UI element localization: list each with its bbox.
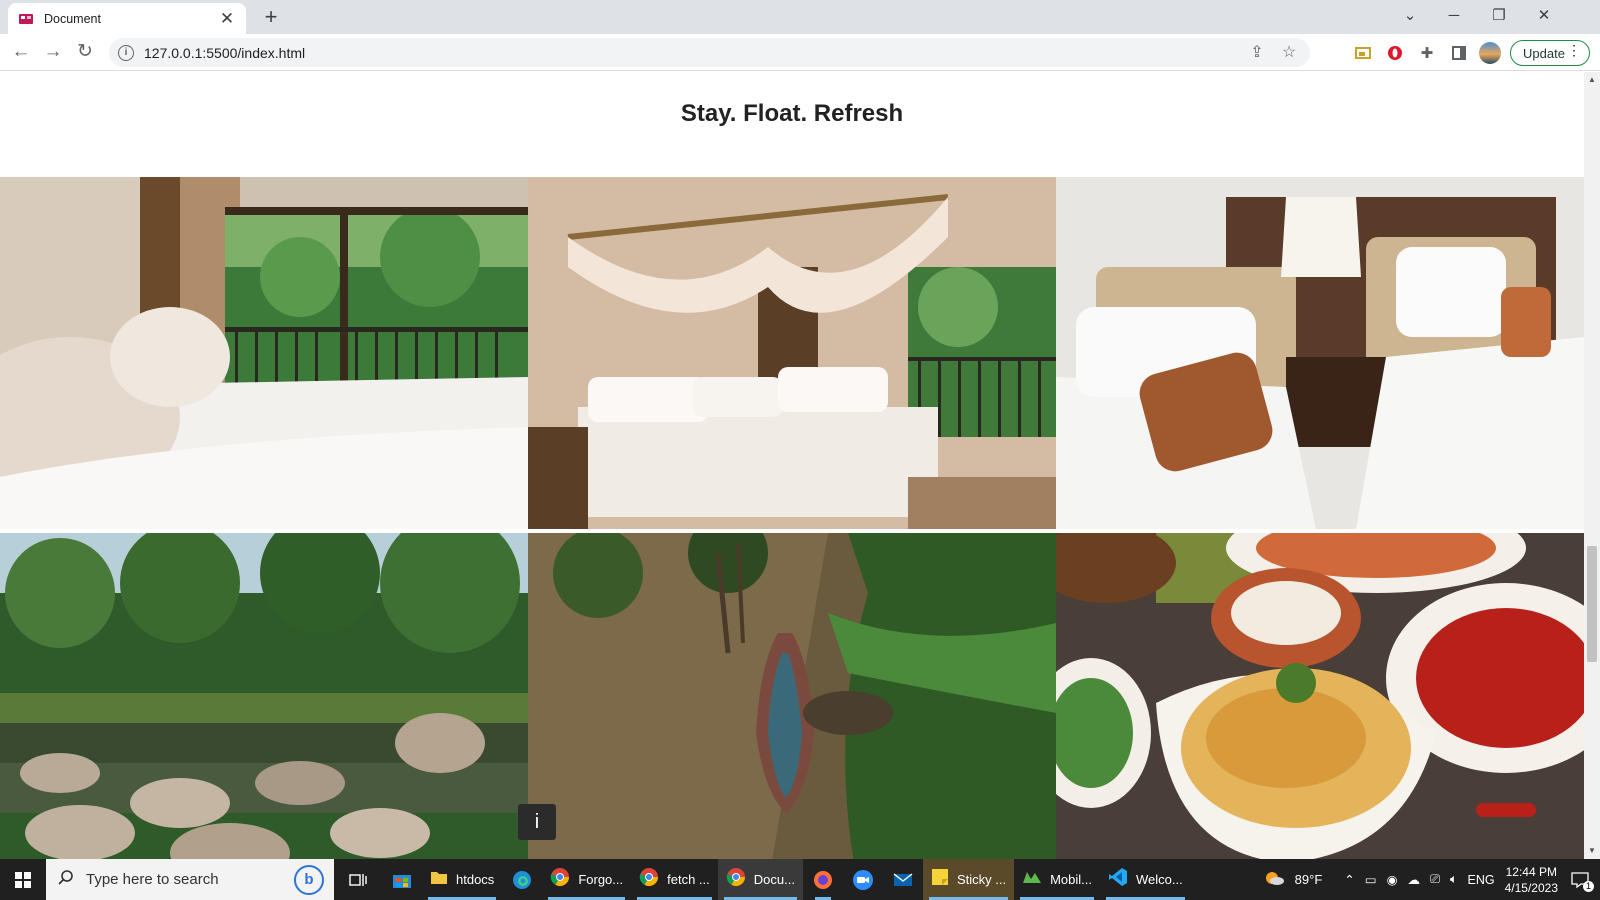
update-label: Update [1523,45,1565,61]
new-tab-button[interactable]: + [259,5,283,29]
minimize-button[interactable]: ─ [1432,2,1476,30]
gallery-photo-canopy-bed [528,177,1056,529]
windows-taskbar: Type here to search b htdocs Forgo... fe… [0,859,1600,900]
page-viewport: Stay. Float. Refresh [0,72,1584,859]
gallery-photo-bedroom-jungle [0,177,528,529]
bing-icon[interactable]: b [294,864,324,895]
cast-extension-icon[interactable] [1352,42,1374,64]
windows-logo-icon [15,871,31,888]
close-window-button[interactable]: ✕ [1522,2,1566,30]
firefox-icon[interactable] [803,859,843,900]
update-button[interactable]: Update ⋮ [1510,40,1590,66]
bookmark-star-icon[interactable]: ☆ [1278,42,1300,64]
search-icon [58,869,74,890]
taskbar-clock[interactable]: 12:44 PM 4/15/2023 [1505,864,1558,896]
chrome-icon [550,867,570,892]
sticky-notes-icon [931,868,949,891]
scroll-thumb[interactable] [1587,546,1597,662]
meet-now-icon[interactable]: ◉ [1387,872,1398,887]
network-icon[interactable]: ⎚ [1430,872,1440,887]
site-info-icon[interactable]: i [118,44,134,61]
weather-icon[interactable] [1263,869,1285,890]
taskbar-app-htdocs[interactable]: htdocs [422,859,502,900]
folder-icon [430,869,448,890]
tab-search-icon[interactable]: ⌄ [1388,2,1432,30]
edge-icon[interactable] [502,859,542,900]
taskbar-search-box[interactable]: Type here to search b [46,859,334,900]
microsoft-store-icon[interactable] [382,859,422,900]
tab-title: Document [44,11,101,26]
gallery-photo-twin-beds [1056,177,1584,529]
taskbar-app-mobile[interactable]: Mobil... [1014,859,1100,900]
more-menu-icon[interactable]: ⋮ [1567,42,1581,59]
side-panel-icon[interactable] [1448,42,1470,64]
photo-gallery [0,177,1584,859]
system-tray: 89°F ⌃ ▭ ◉ ☁ ⎚ 🔈︎ ENG 12:44 PM 4/15/2023… [1263,859,1600,900]
browser-toolbar: ← → ↻ i 127.0.0.1:5500/index.html ⇪ ☆ ✚ … [0,34,1600,71]
scroll-up-arrow-icon[interactable]: ▲ [1584,72,1600,88]
chrome-icon [726,867,746,892]
gallery-photo-biryani [1056,533,1584,859]
volume-icon[interactable]: 🔈︎ [1450,872,1458,887]
page-headline: Stay. Float. Refresh [680,100,904,127]
app-icon [1022,869,1042,890]
zoom-icon[interactable] [843,859,883,900]
notification-count-badge: 1 [1582,880,1594,892]
restore-button[interactable]: ❐ [1477,2,1521,30]
chrome-icon [639,867,659,892]
mail-icon[interactable] [883,859,923,900]
back-button[interactable]: ← [9,40,33,64]
notification-center-icon[interactable]: 1 [1568,868,1594,892]
address-bar[interactable]: i 127.0.0.1:5500/index.html ⇪ ☆ [109,38,1310,67]
extensions-puzzle-icon[interactable]: ✚ [1416,42,1438,64]
share-icon[interactable]: ⇪ [1246,42,1268,64]
taskbar-app-chrome-document[interactable]: Docu... [717,859,803,900]
taskbar-app-chrome-forgot[interactable]: Forgo... [542,859,631,900]
floating-info-tooltip[interactable]: i [518,804,556,840]
taskbar-app-chrome-fetch[interactable]: fetch ... [631,859,718,900]
weather-temp[interactable]: 89°F [1295,872,1323,887]
search-placeholder: Type here to search [86,871,219,888]
close-tab-icon[interactable]: ✕ [218,9,236,28]
gallery-photo-canoe [528,533,1056,859]
tab-document[interactable]: Document ✕ [8,3,246,34]
taskbar-app-vscode[interactable]: Welco... [1100,859,1191,900]
task-view-icon[interactable] [334,859,382,900]
profile-avatar[interactable] [1479,42,1501,64]
reload-button[interactable]: ↻ [73,40,97,64]
onedrive-icon[interactable]: ☁ [1407,872,1420,887]
battery-icon[interactable]: ▭ [1365,872,1377,887]
start-button[interactable] [0,859,46,900]
forward-button[interactable]: → [41,40,65,64]
clock-date: 4/15/2023 [1504,880,1558,895]
taskbar-app-sticky-notes[interactable]: Sticky ... [922,859,1015,900]
browser-tab-strip: Document ✕ + ⌄ ─ ❐ ✕ [0,0,1600,34]
scroll-down-arrow-icon[interactable]: ▼ [1584,843,1600,859]
show-hidden-icons-icon[interactable]: ⌃ [1344,872,1354,887]
vscode-icon [1108,867,1128,892]
url-text[interactable]: 127.0.0.1:5500/index.html [144,45,1246,61]
page-scrollbar[interactable]: ▲ ▼ [1584,72,1600,859]
opera-extension-icon[interactable] [1384,42,1406,64]
gallery-photo-forest-river [0,533,528,859]
clock-time: 12:44 PM [1505,864,1557,879]
language-indicator[interactable]: ENG [1468,873,1495,887]
page-icon [18,11,34,27]
